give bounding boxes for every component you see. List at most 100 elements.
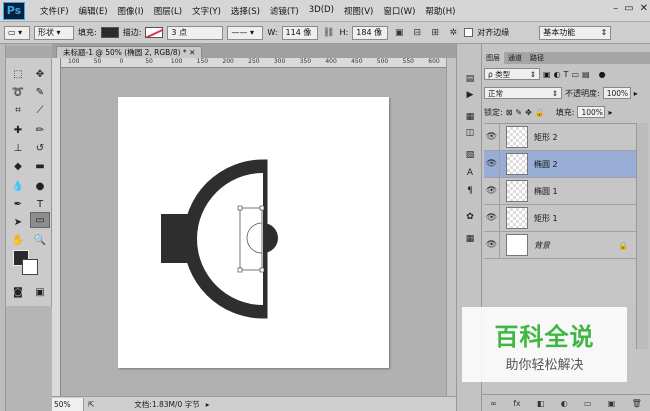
menu-select[interactable]: 选择(S)	[226, 5, 265, 17]
toolbox-header[interactable]	[6, 46, 52, 58]
marquee-tool-icon[interactable]: ⬚	[8, 66, 28, 82]
new-layer-icon[interactable]: ▣	[608, 399, 616, 408]
layer-row[interactable]: 👁 椭圆 1	[484, 177, 636, 205]
link-icon[interactable]: ⛓	[322, 26, 336, 40]
menu-type[interactable]: 文字(Y)	[187, 5, 226, 17]
status-export-icon[interactable]: ⇱	[88, 400, 94, 409]
menu-image[interactable]: 图像(I)	[113, 5, 149, 17]
tab-layers[interactable]: 图层	[482, 52, 504, 64]
layer-filter-select[interactable]: ρ 类型 ⇕	[484, 68, 540, 80]
styles-panel-icon[interactable]: ▧	[463, 148, 477, 162]
quick-select-tool-icon[interactable]: ✎	[30, 84, 50, 100]
menu-view[interactable]: 视图(V)	[339, 5, 378, 17]
transform-handle[interactable]	[259, 267, 265, 273]
crop-tool-icon[interactable]: ⌗	[8, 102, 28, 118]
history-panel-icon[interactable]: ▤	[463, 72, 477, 86]
adjustments-panel-icon[interactable]: ◫	[463, 126, 477, 140]
document-canvas[interactable]	[118, 97, 389, 368]
gradient-tool-icon[interactable]: ▬	[30, 158, 50, 174]
menu-file[interactable]: 文件(F)	[35, 5, 74, 17]
adjustment-filter-icon[interactable]: ◐	[554, 70, 561, 79]
type-filter-icon[interactable]: T	[564, 70, 569, 79]
path-arrangement-icon[interactable]: ⊞	[428, 26, 442, 40]
blur-tool-icon[interactable]: 💧	[8, 178, 28, 194]
pen-tool-icon[interactable]: ✒	[8, 196, 28, 212]
workspace-select[interactable]: 基本功能 ⇕	[539, 25, 612, 40]
grid-panel-icon[interactable]: ▦	[463, 232, 477, 246]
layers-scrollbar[interactable]	[636, 123, 648, 349]
layer-row[interactable]: 👁 背景 🔒	[484, 231, 636, 259]
rectangle-tool-icon[interactable]: ▭	[30, 212, 50, 228]
menu-3d[interactable]: 3D(D)	[304, 5, 339, 17]
dodge-tool-icon[interactable]: ●	[30, 178, 50, 194]
brush-presets-icon[interactable]: ✿	[463, 210, 477, 224]
fill-dropdown-icon[interactable]: ▸	[608, 108, 612, 117]
type-tool-icon[interactable]: T	[30, 196, 50, 212]
fill-field[interactable]: 100%	[577, 106, 606, 118]
zoom-field[interactable]: 50%	[52, 397, 84, 411]
quick-mask-icon[interactable]: ◙	[8, 284, 28, 300]
move-tool-icon[interactable]: ✥	[30, 66, 50, 82]
healing-brush-tool-icon[interactable]: ✚	[8, 122, 28, 138]
vertical-scrollbar[interactable]	[446, 58, 456, 396]
paragraph-panel-icon[interactable]: ¶	[463, 184, 477, 198]
hand-tool-icon[interactable]: ✋	[8, 232, 28, 248]
blend-mode-select[interactable]: 正常 ⇕	[484, 87, 562, 99]
history-brush-tool-icon[interactable]: ↺	[30, 140, 50, 156]
layer-row[interactable]: 👁 矩形 1	[484, 204, 636, 232]
layer-row[interactable]: 👁 矩形 2	[484, 123, 636, 151]
menu-edit[interactable]: 编辑(E)	[74, 5, 113, 17]
transform-handle[interactable]	[259, 205, 265, 211]
document-tab[interactable]: 未标题-1 @ 50% (椭圆 2, RGB/8) * ✕	[56, 46, 203, 58]
menu-window[interactable]: 窗口(W)	[378, 5, 420, 17]
filter-toggle-icon[interactable]: ●	[599, 70, 606, 79]
adjustment-layer-icon[interactable]: ◐	[561, 399, 568, 408]
gear-icon[interactable]: ✲	[446, 26, 460, 40]
eraser-tool-icon[interactable]: ◆	[8, 158, 28, 174]
pixel-filter-icon[interactable]: ▣	[543, 70, 551, 79]
path-alignment-icon[interactable]: ⊟	[410, 26, 424, 40]
layer-style-icon[interactable]: fx	[513, 399, 521, 408]
maximize-button[interactable]: ▭	[624, 3, 633, 14]
shape-filter-icon[interactable]: ▭	[571, 70, 579, 79]
stroke-size-field[interactable]: 3 点	[167, 25, 224, 40]
eye-icon[interactable]: 👁	[484, 123, 500, 151]
smart-filter-icon[interactable]: ▤	[582, 70, 590, 79]
transform-handle[interactable]	[237, 267, 243, 273]
tool-preset-picker[interactable]: ▭ ▾	[4, 25, 30, 40]
stroke-type-select[interactable]: —— ▾	[227, 25, 264, 40]
brush-tool-icon[interactable]: ✏	[30, 122, 50, 138]
opacity-field[interactable]: 100%	[602, 87, 631, 99]
lasso-tool-icon[interactable]: ➰	[8, 84, 28, 100]
fill-swatch[interactable]	[100, 27, 119, 38]
width-field[interactable]: 114 像	[281, 25, 318, 40]
menu-filter[interactable]: 滤镜(T)	[265, 5, 304, 17]
shape-mode-select[interactable]: 形状 ▾	[34, 25, 74, 40]
lock-transparent-icon[interactable]: ⊠	[506, 108, 513, 117]
lock-position-icon[interactable]: ✥	[525, 108, 532, 117]
eye-icon[interactable]: 👁	[484, 177, 500, 205]
menu-help[interactable]: 帮助(H)	[420, 5, 460, 17]
tab-channels[interactable]: 通道	[504, 52, 526, 64]
opacity-dropdown-icon[interactable]: ▸	[634, 89, 638, 98]
clone-stamp-tool-icon[interactable]: ⊥	[8, 140, 28, 156]
eyedropper-tool-icon[interactable]: ⟋	[30, 102, 50, 118]
path-selection-tool-icon[interactable]: ➤	[8, 214, 28, 230]
screen-mode-icon[interactable]: ▣	[30, 284, 50, 300]
add-mask-icon[interactable]: ◧	[537, 399, 545, 408]
character-panel-icon[interactable]: A	[463, 166, 477, 180]
background-color-swatch[interactable]	[22, 259, 38, 275]
link-layers-icon[interactable]: ∞	[490, 399, 497, 408]
path-operations-icon[interactable]: ▣	[392, 26, 406, 40]
close-button[interactable]: ✕	[640, 3, 648, 14]
lock-pixels-icon[interactable]: ✎	[515, 108, 522, 117]
menu-layer[interactable]: 图层(L)	[149, 5, 187, 17]
layer-row[interactable]: 👁 椭圆 2	[484, 150, 636, 178]
tab-paths[interactable]: 路径	[526, 52, 548, 64]
delete-layer-icon[interactable]: 🗑	[632, 399, 642, 408]
eye-icon[interactable]: 👁	[484, 150, 500, 178]
eye-icon[interactable]: 👁	[484, 231, 500, 259]
swatches-panel-icon[interactable]: ▦	[463, 110, 477, 124]
transform-handle[interactable]	[237, 205, 243, 211]
minimize-button[interactable]: –	[613, 3, 618, 14]
